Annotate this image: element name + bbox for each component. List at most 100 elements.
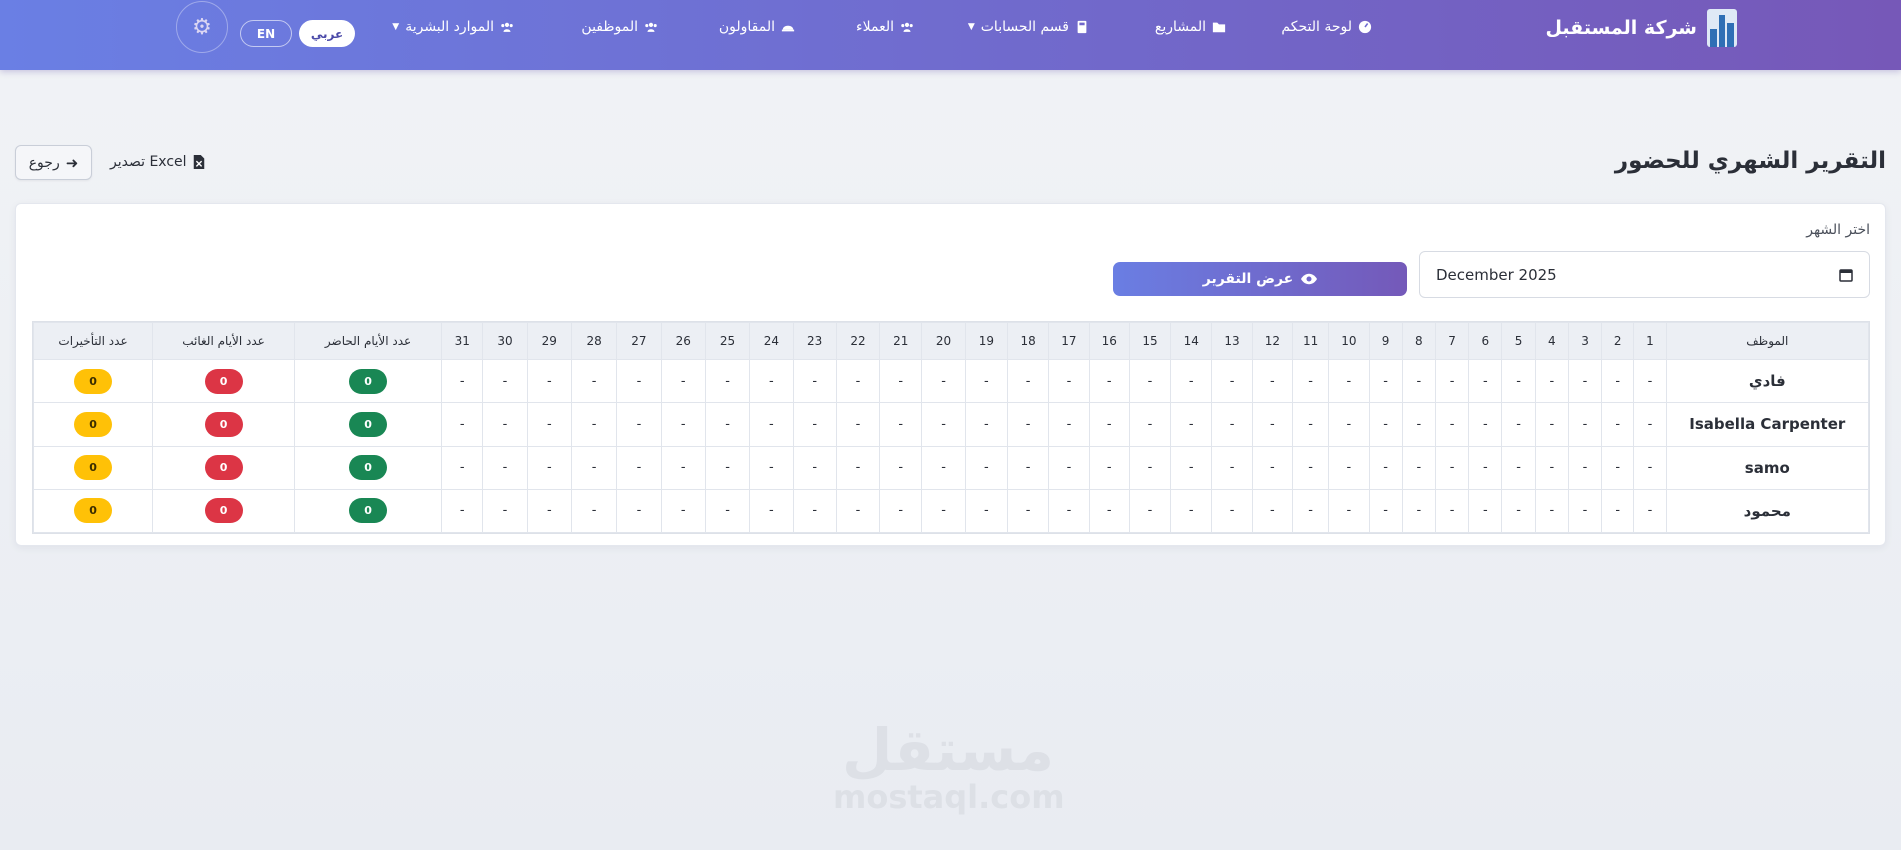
users-icon bbox=[645, 22, 657, 32]
show-report-label: عرض التقرير bbox=[1202, 271, 1294, 287]
nav-accounts-label: قسم الحسابات bbox=[980, 19, 1069, 35]
col-header-day: 12 bbox=[1251, 322, 1293, 360]
day-cell: - bbox=[1211, 358, 1253, 404]
show-report-button[interactable]: عرض التقرير bbox=[1113, 262, 1407, 296]
mostaql-watermark: مستقل mostaql.com bbox=[833, 720, 1065, 814]
col-header-day: 13 bbox=[1211, 322, 1253, 360]
lang-arabic-button[interactable]: عربي bbox=[299, 20, 355, 47]
absent-count-cell: 0 bbox=[152, 445, 296, 490]
day-cell: - bbox=[749, 358, 794, 404]
day-cell: - bbox=[1291, 358, 1330, 404]
present-count-cell: 0 bbox=[294, 402, 443, 447]
calendar-icon[interactable] bbox=[1839, 268, 1853, 282]
day-cell: - bbox=[1048, 402, 1090, 447]
day-cell: - bbox=[704, 402, 751, 447]
nav-hr[interactable]: ▼ الموارد البشرية bbox=[392, 16, 514, 38]
day-cell: - bbox=[1601, 358, 1635, 404]
employee-name: محمود bbox=[1665, 488, 1870, 534]
day-cell: - bbox=[1170, 488, 1213, 534]
col-header-day: 17 bbox=[1048, 322, 1090, 360]
nav-projects-label: المشاريع bbox=[1154, 19, 1206, 35]
report-card: اختر الشهر December 2025 عرض التقرير الم… bbox=[15, 203, 1886, 546]
nav-dashboard[interactable]: لوحة التحكم bbox=[1281, 16, 1372, 38]
col-header-day: 31 bbox=[441, 322, 484, 360]
col-header-day: 18 bbox=[1006, 322, 1050, 360]
day-cell: - bbox=[1211, 402, 1253, 447]
day-cell: - bbox=[835, 358, 881, 404]
table-row: محمود - - - - - - - - - - - - - - - - - - - - - - - - - - - - - - -0 0 0 bbox=[32, 488, 1870, 534]
present-count-cell: 0 bbox=[294, 358, 443, 404]
day-cell: - bbox=[482, 402, 528, 447]
day-cell: - bbox=[616, 402, 662, 447]
day-cell: - bbox=[1368, 445, 1403, 490]
nav-hr-label: الموارد البشرية bbox=[405, 19, 494, 35]
nav-employees[interactable]: الموظفين bbox=[581, 16, 658, 38]
day-cell: - bbox=[1534, 402, 1569, 447]
day-cell: - bbox=[660, 488, 706, 534]
day-cell: - bbox=[526, 445, 572, 490]
brand[interactable]: شركة المستقبل bbox=[1545, 8, 1737, 48]
day-cell: - bbox=[1291, 402, 1330, 447]
day-cell: - bbox=[1328, 445, 1370, 490]
day-cell: - bbox=[835, 445, 881, 490]
day-cell: - bbox=[1501, 358, 1536, 404]
day-cell: - bbox=[570, 358, 618, 404]
back-label: رجوع bbox=[28, 154, 60, 171]
nav-accounts[interactable]: ▼ قسم الحسابات bbox=[968, 16, 1089, 38]
table-header-row: الموظف 1 2 3 4 5 6 7 8 9 10 11 12 13 14 15 16 17 18 19 20 21 2… bbox=[32, 322, 1870, 360]
export-excel-label: تصدير Excel bbox=[110, 154, 187, 170]
day-cell: - bbox=[1567, 358, 1603, 404]
col-header-day: 24 bbox=[749, 322, 794, 360]
nav-projects[interactable]: المشاريع bbox=[1155, 16, 1226, 38]
day-cell: - bbox=[570, 445, 618, 490]
day-cell: - bbox=[1501, 488, 1536, 534]
day-cell: - bbox=[1170, 445, 1213, 490]
attendance-table: الموظف 1 2 3 4 5 6 7 8 9 10 11 12 13 14 15 16 17 18 19 20 21 2… bbox=[32, 321, 1870, 534]
col-header-day: 20 bbox=[921, 322, 966, 360]
col-header-day: 27 bbox=[616, 322, 662, 360]
export-excel-button[interactable]: تصدير Excel bbox=[110, 151, 205, 173]
nav-contractors[interactable]: المقاولون bbox=[719, 16, 795, 38]
absent-count-cell: 0 bbox=[152, 402, 296, 447]
day-cell: - bbox=[441, 488, 484, 534]
day-cell: - bbox=[1434, 402, 1470, 447]
arrow-right-icon: ➜ bbox=[65, 153, 79, 172]
col-header-day: 16 bbox=[1088, 322, 1130, 360]
month-picker-input[interactable]: December 2025 bbox=[1419, 251, 1870, 298]
nav-clients[interactable]: العملاء bbox=[856, 16, 914, 38]
day-cell: - bbox=[1006, 488, 1050, 534]
day-cell: - bbox=[1251, 488, 1293, 534]
gauge-icon bbox=[1358, 20, 1372, 34]
chevron-down-icon: ▼ bbox=[967, 22, 975, 32]
day-cell: - bbox=[964, 402, 1009, 447]
nav-dashboard-label: لوحة التحكم bbox=[1281, 19, 1352, 35]
users-icon bbox=[501, 22, 513, 32]
day-cell: - bbox=[1328, 488, 1370, 534]
day-cell: - bbox=[879, 402, 923, 447]
col-header-day: 11 bbox=[1291, 322, 1330, 360]
table-row: Isabella Carpenter - - - - - - - - - - - - - - - - - - - - - -… bbox=[32, 402, 1870, 447]
present-count-badge: 0 bbox=[349, 455, 388, 481]
day-cell: - bbox=[1328, 358, 1370, 404]
file-excel-icon bbox=[193, 155, 204, 169]
col-header-day: 7 bbox=[1434, 322, 1470, 360]
col-header-day: 19 bbox=[964, 322, 1009, 360]
col-header-day: 30 bbox=[482, 322, 528, 360]
nav-contractors-label: المقاولون bbox=[718, 19, 775, 35]
lang-english-button[interactable]: EN bbox=[240, 20, 292, 47]
day-cell: - bbox=[921, 402, 966, 447]
back-button[interactable]: رجوع ➜ bbox=[15, 145, 92, 180]
col-header-day: 21 bbox=[879, 322, 923, 360]
day-cell: - bbox=[482, 488, 528, 534]
day-cell: - bbox=[441, 358, 484, 404]
employee-name: samo bbox=[1665, 445, 1870, 490]
day-cell: - bbox=[1633, 402, 1667, 447]
day-cell: - bbox=[792, 402, 837, 447]
settings-gear-icon[interactable]: ⚙ bbox=[176, 1, 228, 53]
day-cell: - bbox=[1368, 358, 1403, 404]
table-row: samo - - - - - - - - - - - - - - - - - - - - - - - - - - - - - - -0 0 0 bbox=[32, 445, 1870, 490]
day-cell: - bbox=[835, 488, 881, 534]
chevron-down-icon: ▼ bbox=[392, 22, 400, 32]
employee-name: Isabella Carpenter bbox=[1665, 402, 1870, 447]
hard-hat-icon bbox=[781, 25, 795, 32]
